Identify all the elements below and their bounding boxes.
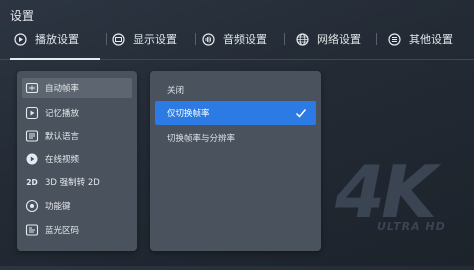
online-video-icon	[25, 152, 39, 166]
tab-divider	[106, 33, 107, 45]
audio-icon	[202, 32, 215, 46]
option-off[interactable]: 关闭	[155, 78, 316, 102]
tab-divider	[284, 33, 285, 45]
tab-playback-settings[interactable]: 播放设置	[14, 28, 79, 50]
menu-item-label: 3D 强制转 2D	[45, 178, 100, 188]
4k-ultra-hd-watermark: 4K ULTRA HD	[335, 150, 474, 270]
watermark-ultra-hd: ULTRA HD	[377, 220, 446, 233]
tab-other-settings[interactable]: 其他设置	[388, 28, 453, 50]
menu-item-memory-play[interactable]: 记忆播放	[22, 103, 132, 123]
play-circle-icon	[14, 32, 27, 46]
tab-divider	[376, 33, 377, 45]
3d-2d-icon: 2D	[26, 177, 38, 187]
option-switch-framerate-only[interactable]: 仅切换帧率	[155, 101, 316, 125]
bluray-region-icon	[25, 223, 39, 237]
tab-label: 播放设置	[35, 33, 79, 46]
memory-play-icon	[25, 106, 39, 120]
menu-item-function-keys[interactable]: 功能键	[22, 196, 132, 216]
auto-framerate-icon	[25, 81, 39, 95]
tab-audio-settings[interactable]: 音频设置	[202, 28, 267, 50]
page-title: 设置	[10, 9, 35, 23]
display-icon	[112, 32, 125, 46]
tab-label: 音频设置	[223, 33, 267, 46]
globe-icon	[296, 32, 309, 46]
menu-item-bluray-region[interactable]: 蓝光区码	[22, 220, 132, 240]
option-switch-framerate-and-resolution[interactable]: 切换帧率与分辨率	[155, 126, 316, 150]
menu-item-auto-framerate[interactable]: 自动帧率	[22, 78, 132, 98]
tab-divider	[195, 33, 196, 45]
menu-item-label: 功能键	[45, 202, 71, 212]
menu-list-icon	[388, 32, 401, 46]
tab-label: 显示设置	[133, 33, 177, 46]
menu-item-label: 自动帧率	[45, 84, 80, 94]
tab-display-settings[interactable]: 显示设置	[112, 28, 177, 50]
menu-item-online-video[interactable]: 在线视频	[22, 149, 132, 169]
menu-item-label: 在线视频	[45, 155, 80, 165]
tab-network-settings[interactable]: 网络设置	[296, 28, 361, 50]
tab-label: 其他设置	[409, 33, 453, 46]
language-icon	[25, 129, 39, 143]
auto-framerate-options: 关闭 仅切换帧率 切换帧率与分辨率	[150, 71, 321, 251]
menu-item-label: 记忆播放	[45, 109, 80, 119]
menu-item-label: 蓝光区码	[45, 226, 80, 236]
menu-item-default-language[interactable]: 默认语言	[22, 126, 132, 146]
playback-menu: 自动帧率 记忆播放 默认语言 在线视频 2D 3D 强制转 2D 功能键 蓝光区…	[17, 71, 137, 251]
option-label: 仅切换帧率	[167, 109, 210, 119]
menu-item-3d-to-2d[interactable]: 2D 3D 强制转 2D	[22, 172, 132, 192]
settings-tab-bar: 播放设置 显示设置 音频设置 网络设置 其他设置	[0, 28, 474, 50]
tab-label: 网络设置	[317, 33, 361, 46]
function-key-icon	[25, 199, 39, 213]
active-tab-indicator	[10, 58, 100, 60]
option-label: 切换帧率与分辨率	[167, 134, 236, 144]
menu-item-label: 默认语言	[45, 132, 80, 142]
checkmark-icon	[294, 106, 308, 120]
option-label: 关闭	[167, 86, 185, 96]
